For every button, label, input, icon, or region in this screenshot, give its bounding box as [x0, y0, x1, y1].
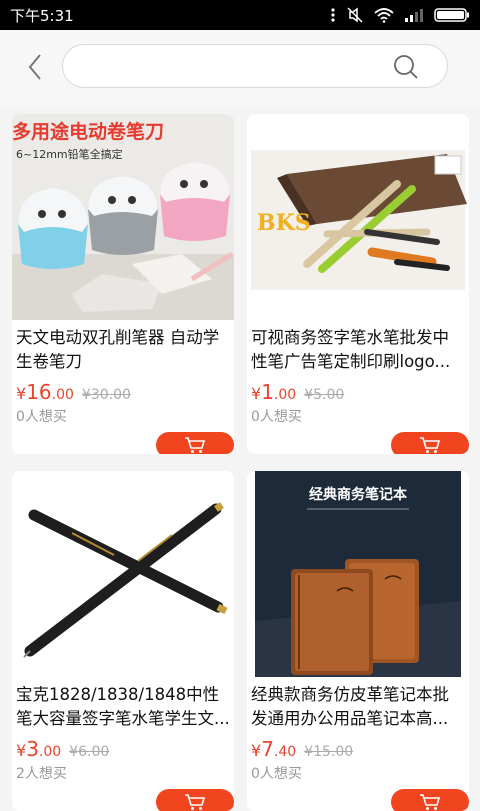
add-to-cart-button[interactable]	[156, 432, 234, 454]
price-integer: 16	[26, 380, 52, 404]
battery-icon	[434, 8, 469, 22]
price-decimal: .00	[51, 387, 74, 403]
price-row: ¥1.00 ¥5.00	[251, 380, 344, 404]
chevron-left-icon	[28, 54, 41, 80]
product-image[interactable]: 多用途电动卷笔刀 6~12mm铅笔全搞定	[12, 114, 234, 320]
brand-logo-text: BKS	[257, 210, 311, 236]
wifi-icon	[374, 8, 394, 23]
price-integer: 1	[261, 380, 274, 404]
price-row: ¥7.40 ¥15.00	[251, 737, 353, 761]
signal-icon	[405, 9, 423, 22]
cart-icon	[420, 794, 441, 810]
product-card[interactable]: 经典商务笔记本 经典款商务仿皮革笔记本批发通用办公用品笔记本高... ¥7.40…	[247, 471, 469, 811]
product-image[interactable]	[12, 471, 234, 677]
price-currency: ¥	[16, 741, 27, 760]
add-to-cart-button[interactable]	[391, 432, 469, 454]
pencil-sharpener-image: 多用途电动卷笔刀 6~12mm铅笔全搞定	[12, 114, 234, 320]
product-title[interactable]: 天文电动双孔削笔器 自动学生卷笔刀	[16, 326, 230, 374]
search-input[interactable]	[81, 53, 385, 81]
price-integer: 3	[26, 737, 39, 761]
more-dots-icon	[331, 8, 335, 22]
price-currency: ¥	[16, 384, 27, 403]
product-image[interactable]: BKS	[247, 114, 469, 320]
image-headline: 经典商务笔记本	[309, 486, 408, 503]
product-card[interactable]: 多用途电动卷笔刀 6~12mm铅笔全搞定 天文电动双孔削笔器 自动学生卷笔刀 ¥…	[12, 114, 234, 454]
status-icons	[330, 7, 470, 23]
add-to-cart-button[interactable]	[391, 789, 469, 811]
price-decimal: .40	[273, 744, 297, 760]
product-title[interactable]: 可视商务签字笔水笔批发中性笔广告笔定制印刷logo...	[251, 326, 465, 374]
back-button[interactable]	[18, 50, 52, 84]
image-subheadline: 6~12mm铅笔全搞定	[16, 147, 123, 161]
price-currency: ¥	[251, 384, 262, 403]
product-card[interactable]: 宝克1828/1838/1848中性笔大容量签字笔水笔学生文... ¥3.00 …	[12, 471, 234, 811]
price-row: ¥16.00 ¥30.00	[16, 380, 131, 404]
original-price: ¥30.00	[81, 387, 131, 403]
gel-pens-image	[12, 471, 234, 677]
status-time: 下午5:31	[10, 6, 74, 25]
notebook-image: 经典商务笔记本	[247, 471, 469, 677]
wants-count: 2人想买	[16, 766, 67, 782]
search-box[interactable]	[62, 44, 448, 88]
original-price: ¥6.00	[69, 744, 110, 760]
product-image[interactable]: 经典商务笔记本	[247, 471, 469, 677]
search-header	[0, 30, 480, 108]
cart-icon	[185, 437, 206, 453]
product-card[interactable]: BKS 可视商务签字笔水笔批发中性笔广告笔定制印刷logo... ¥1.00 ¥…	[247, 114, 469, 454]
mute-icon	[347, 7, 363, 23]
image-headline: 多用途电动卷笔刀	[12, 120, 164, 143]
price-currency: ¥	[251, 741, 262, 760]
wants-count: 0人想买	[251, 409, 302, 425]
original-price: ¥5.00	[304, 387, 345, 403]
search-icon[interactable]	[393, 54, 419, 80]
add-to-cart-button[interactable]	[156, 789, 234, 811]
wants-count: 0人想买	[16, 409, 67, 425]
product-title[interactable]: 宝克1828/1838/1848中性笔大容量签字笔水笔学生文...	[16, 683, 230, 731]
cart-icon	[420, 437, 441, 453]
pens-image: BKS	[247, 114, 469, 320]
cart-icon	[185, 794, 206, 810]
product-title[interactable]: 经典款商务仿皮革笔记本批发通用办公用品笔记本高...	[251, 683, 465, 731]
price-integer: 7	[261, 737, 274, 761]
status-bar: 下午5:31	[0, 0, 480, 30]
price-decimal: .00	[273, 387, 297, 403]
price-decimal: .00	[38, 744, 62, 760]
wants-count: 0人想买	[251, 766, 302, 782]
original-price: ¥15.00	[304, 744, 354, 760]
price-row: ¥3.00 ¥6.00	[16, 737, 109, 761]
